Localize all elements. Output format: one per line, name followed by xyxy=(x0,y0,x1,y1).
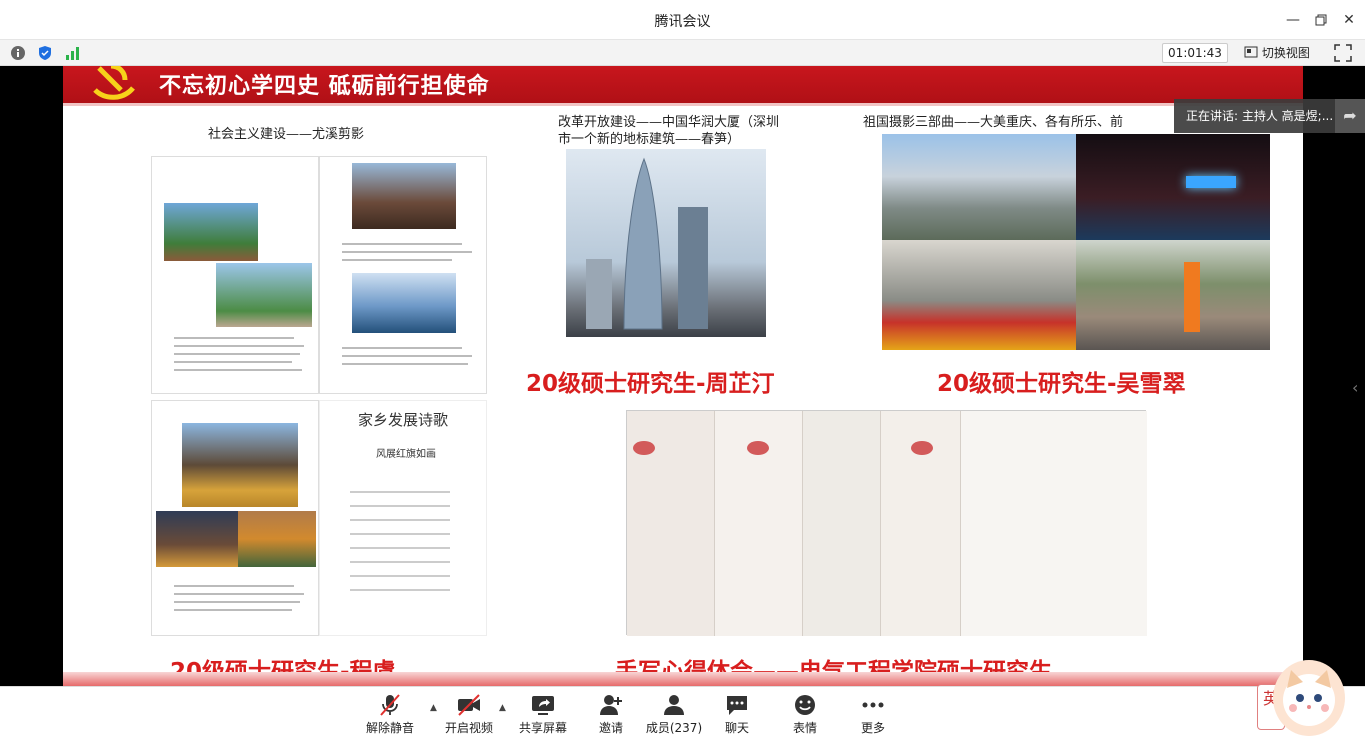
photo-chongqing-night xyxy=(1076,134,1270,240)
party-emblem-icon xyxy=(93,66,135,100)
camera-off-icon xyxy=(458,694,480,716)
caption-china-resources: 改革开放建设——中国华润大厦（深圳市一个新的地标建筑——春笋） xyxy=(558,115,780,147)
fullscreen-icon[interactable] xyxy=(1334,44,1352,62)
signal-strength-icon[interactable] xyxy=(64,45,80,61)
share-screen-label: 共享屏幕 xyxy=(518,721,567,735)
document-page xyxy=(151,400,319,636)
emoji-icon xyxy=(795,695,815,715)
slide-header-banner: 不忘初心学四史 砥砺前行担使命 xyxy=(63,66,1303,106)
info-icon[interactable] xyxy=(10,45,26,61)
document-page xyxy=(151,156,319,394)
meeting-toolbar: 解除静音 ▲ 开启视频 ▲ 共享屏幕 邀请 成员(237) 聊天 表情 更多 xyxy=(0,686,1365,736)
handwritten-notes-collage xyxy=(626,410,1147,636)
more-icon xyxy=(862,702,884,708)
members-label: 成员(237) xyxy=(645,721,703,735)
meeting-timer: 01:01:43 xyxy=(1162,43,1228,63)
security-shield-icon[interactable] xyxy=(37,45,53,61)
photo-chongqing-city xyxy=(882,134,1076,240)
meeting-info-bar: 01:01:43 切换视图 xyxy=(0,40,1365,66)
members-icon xyxy=(664,695,684,715)
photo-lake xyxy=(352,273,456,333)
more-button[interactable]: 更多 xyxy=(838,691,908,735)
share-screen-icon xyxy=(532,696,554,715)
switch-view-label: 切换视图 xyxy=(1261,46,1310,60)
start-video-button[interactable]: 开启视频 xyxy=(434,691,504,735)
photo-monument xyxy=(216,263,312,327)
slide-title: 不忘初心学四史 砥砺前行担使命 xyxy=(159,74,490,99)
label-zhou-zhiting: 20级硕士研究生-周芷汀 xyxy=(526,371,775,397)
poem-page: 家乡发展诗歌 风展红旗如画 xyxy=(319,400,487,636)
photo-drying-racks xyxy=(182,423,298,507)
unmute-label: 解除静音 xyxy=(365,721,414,735)
photo-village-roof xyxy=(156,511,238,567)
unmute-button[interactable]: 解除静音 xyxy=(355,691,425,735)
speaking-indicator-text: 正在讲话: 主持人 高是煜;... xyxy=(1186,109,1334,123)
photo-old-town xyxy=(352,163,456,229)
close-icon[interactable]: ✕ xyxy=(1338,9,1360,31)
reactions-button[interactable]: 表情 xyxy=(770,691,840,735)
invite-icon xyxy=(600,695,622,715)
chat-label: 聊天 xyxy=(724,721,749,735)
switch-view-button[interactable]: 切换视图 xyxy=(1244,43,1310,63)
title-bar: 腾讯会议 — ✕ xyxy=(0,0,1365,40)
start-video-label: 开启视频 xyxy=(444,721,493,735)
document-page xyxy=(319,156,487,394)
switch-view-icon xyxy=(1244,46,1258,58)
photo-street-workers xyxy=(1076,240,1270,350)
cat-avatar[interactable] xyxy=(1273,660,1345,736)
speaking-indicator: 正在讲话: 主持人 高是煜;... ➦ xyxy=(1174,99,1365,133)
poem-title: 风展红旗如画 xyxy=(376,449,436,460)
chat-button[interactable]: 聊天 xyxy=(702,691,772,735)
return-arrow-icon[interactable]: ➦ xyxy=(1335,99,1365,133)
slide-footer-band xyxy=(63,672,1303,686)
photo-memorial-statue xyxy=(882,240,1076,350)
poem-heading: 家乡发展诗歌 xyxy=(358,411,449,429)
minimize-icon[interactable]: — xyxy=(1282,9,1304,31)
side-panel-arrow-icon[interactable]: ‹ xyxy=(1352,378,1358,397)
window-title: 腾讯会议 xyxy=(654,14,711,30)
reactions-label: 表情 xyxy=(792,721,817,735)
photo-china-resources-tower xyxy=(566,149,766,337)
photo-harvest xyxy=(238,511,316,567)
label-wu-xuecui: 20级硕士研究生-吴雪翠 xyxy=(937,371,1186,397)
members-button[interactable]: 成员(237) xyxy=(639,691,709,735)
caption-youxi: 社会主义建设——尤溪剪影 xyxy=(208,127,365,142)
video-options-caret-icon[interactable]: ▲ xyxy=(499,703,506,713)
presentation-slide: 不忘初心学四史 砥砺前行担使命 社会主义建设——尤溪剪影 改革开放建设——中国华… xyxy=(63,66,1303,686)
mic-muted-icon xyxy=(380,694,400,716)
share-screen-button[interactable]: 共享屏幕 xyxy=(508,691,578,735)
more-label: 更多 xyxy=(860,721,885,735)
caption-chongqing: 祖国摄影三部曲——大美重庆、各有所乐、前 xyxy=(863,115,1124,130)
restore-icon[interactable] xyxy=(1310,9,1332,31)
photo-landscape xyxy=(164,203,258,261)
shared-screen-area: 不忘初心学四史 砥砺前行担使命 社会主义建设——尤溪剪影 改革开放建设——中国华… xyxy=(0,66,1365,686)
invite-button[interactable]: 邀请 xyxy=(576,691,646,735)
chat-icon xyxy=(727,696,747,715)
invite-label: 邀请 xyxy=(598,721,623,735)
